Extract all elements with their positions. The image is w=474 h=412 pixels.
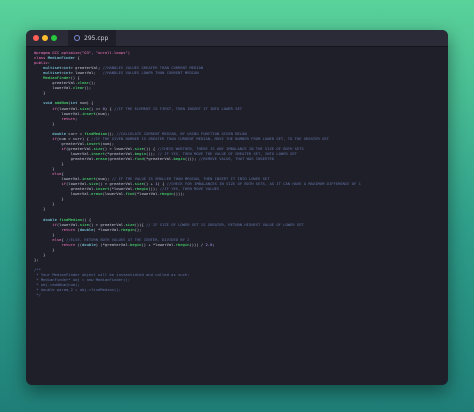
minimize-window-button[interactable] <box>42 35 48 41</box>
code-token: ; <box>75 115 78 121</box>
code-token: (); <box>84 85 92 91</box>
code-token: ())) / <box>189 241 206 247</box>
code-token: find <box>134 155 144 161</box>
code-token: } <box>34 120 55 126</box>
code-token: ())); <box>184 155 199 161</box>
title-bar: 295.cpp <box>26 30 448 47</box>
close-window-button[interactable] <box>33 35 39 41</box>
code-token: //IF THE GIVEN NUMBER IS GREATER THAN CU… <box>91 135 329 141</box>
code-token: ) *lowerVal. <box>93 226 121 232</box>
file-tab-label: 295.cpp <box>84 34 109 42</box>
code-token: return <box>61 241 76 247</box>
code-token: ) (*greaterVal. <box>95 241 131 247</box>
code-token: begin <box>173 155 185 161</box>
code-token: } <box>34 206 46 212</box>
code-token: double <box>82 241 96 247</box>
code-token: //REMOVE VALUE, THAT WAS INSERTED <box>198 155 275 161</box>
maximize-window-button[interactable] <box>51 35 57 41</box>
code-token: { <box>75 55 80 61</box>
code-token: (*greaterVal. <box>143 155 174 161</box>
code-token: (lowerVal. <box>102 191 126 197</box>
code-token: ())); <box>173 191 185 197</box>
code-token: */ <box>34 292 41 298</box>
code-token: return <box>61 115 76 121</box>
code-token: erase <box>91 191 103 197</box>
code-token: (greaterVal. <box>107 155 135 161</box>
code-token: double <box>79 226 94 232</box>
code-token: MedianFinder <box>47 55 76 61</box>
code-token: erase <box>95 155 108 161</box>
file-tab[interactable]: 295.cpp <box>68 30 117 46</box>
code-token: }; <box>34 256 39 262</box>
cpp-file-icon <box>74 35 80 41</box>
code-token: //HANDLES VALUES LOWER THAN CURRENT MEDI… <box>102 70 199 76</box>
code-token: // IF SIZE OF LOWER SET IS GREATER, RETU… <box>146 221 304 227</box>
code-token: (); <box>134 226 142 232</box>
code-token: ; <box>212 241 215 247</box>
code-token: rbegin <box>120 226 135 232</box>
code-token: () + *lowerVal. <box>141 241 176 247</box>
code-token: clear <box>72 85 85 91</box>
code-token: begin <box>130 241 142 247</box>
code-token: insert <box>82 110 96 116</box>
code-token: (( <box>75 241 83 247</box>
code-token: //IF THE ELEMENT IS FIRST, THEN INSERT I… <box>114 105 243 111</box>
code-token: find <box>125 191 135 197</box>
code-window: 295.cpp #pragma GCC optimize("O3", "unro… <box>26 30 448 385</box>
code-line: */ <box>34 292 442 297</box>
code-token: rbegin <box>175 241 190 247</box>
code-token: (*lowerVal. <box>134 191 160 197</box>
code-token: rbegin <box>159 191 174 197</box>
code-token: (num); <box>95 110 110 116</box>
code-token: } <box>34 90 46 96</box>
code-editor[interactable]: #pragma GCC optimize("O3", "unroll-loops… <box>34 50 442 381</box>
code-token: return <box>61 226 76 232</box>
code-token: * double param_2 = obj->findMedian(); <box>34 287 121 293</box>
